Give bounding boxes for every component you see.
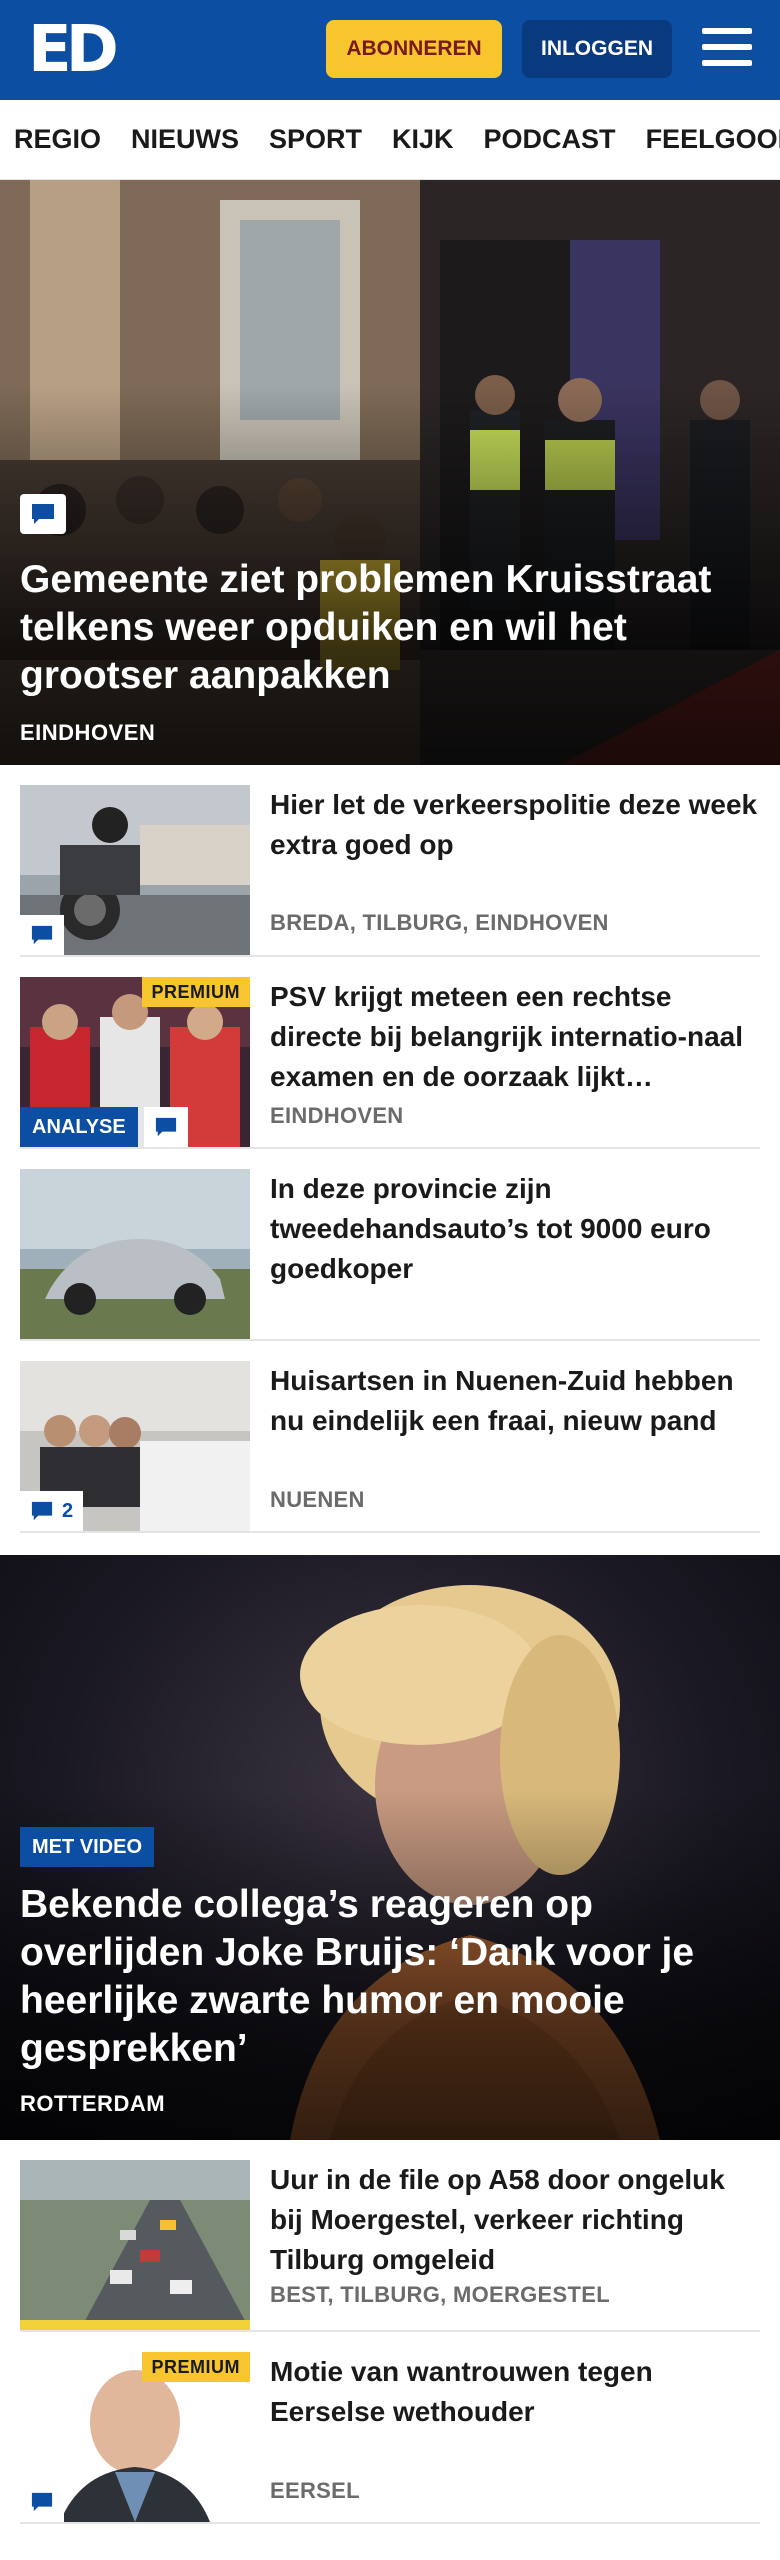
comment-icon[interactable]: 2 bbox=[20, 1491, 84, 1531]
article-location: EERSEL bbox=[270, 2478, 360, 2503]
login-button[interactable]: INLOGGEN bbox=[522, 20, 672, 78]
article-item[interactable]: 2 Huisartsen in Nuenen-Zuid hebben nu ei… bbox=[20, 1341, 760, 1533]
premium-badge: PREMIUM bbox=[141, 977, 250, 1007]
analyse-label: ANALYSE bbox=[20, 1107, 138, 1147]
nav-item-feelgood[interactable]: FEELGOOD bbox=[646, 124, 780, 155]
site-header: ED ABONNEREN INLOGGEN bbox=[0, 0, 780, 100]
comment-count: 2 bbox=[62, 1499, 74, 1522]
article-thumbnail bbox=[20, 785, 250, 955]
ed-logo[interactable]: ED bbox=[28, 18, 119, 82]
comment-icon[interactable] bbox=[20, 494, 66, 534]
article-headline[interactable]: Hier let de verkeerspolitie deze week ex… bbox=[270, 785, 760, 865]
nav-item-kijk[interactable]: KIJK bbox=[392, 124, 454, 155]
article-thumbnail: PREMIUM bbox=[20, 2352, 250, 2522]
nav-item-nieuws[interactable]: NIEUWS bbox=[131, 124, 239, 155]
article-item[interactable]: PREMIUM ANALYSE PSV krijgt meteen een re… bbox=[20, 957, 760, 1149]
article-thumbnail bbox=[20, 2160, 250, 2330]
subscribe-button[interactable]: ABONNEREN bbox=[326, 20, 502, 78]
article-location: BEST, TILBURG, MOERGESTEL bbox=[270, 2282, 610, 2307]
article-item[interactable]: Uur in de file op A58 door ongeluk bij M… bbox=[20, 2140, 760, 2332]
premium-badge: PREMIUM bbox=[141, 2352, 250, 2382]
feature-headline[interactable]: Bekende collega’s reageren op overlijden… bbox=[20, 1881, 760, 2073]
article-item[interactable]: PREMIUM Motie van wantrouwen tegen Eerse… bbox=[20, 2332, 760, 2524]
article-headline[interactable]: Motie van wantrouwen tegen Eerselse weth… bbox=[270, 2352, 760, 2432]
nav-item-podcast[interactable]: PODCAST bbox=[484, 124, 616, 155]
article-item[interactable]: In deze provincie zijn tweedehandsauto’s… bbox=[20, 1149, 760, 1341]
comment-icon[interactable] bbox=[20, 915, 64, 955]
hero-headline[interactable]: Gemeente ziet problemen Kruisstraat telk… bbox=[20, 556, 760, 700]
article-thumbnail bbox=[20, 1169, 250, 1339]
hero-article[interactable]: Gemeente ziet problemen Kruisstraat telk… bbox=[0, 180, 780, 765]
comment-icon[interactable] bbox=[20, 2482, 64, 2522]
video-badge: MET VIDEO bbox=[20, 1827, 155, 1867]
logo-text: ED bbox=[28, 13, 119, 87]
article-thumbnail: 2 bbox=[20, 1361, 250, 1531]
article-headline[interactable]: Huisartsen in Nuenen-Zuid hebben nu eind… bbox=[270, 1361, 760, 1441]
article-location: EINDHOVEN bbox=[270, 1103, 404, 1128]
section-nav: REGIO NIEUWS SPORT KIJK PODCAST FEELGOOD bbox=[0, 100, 780, 180]
feature-article[interactable]: MET VIDEO Bekende collega’s reageren op … bbox=[0, 1555, 780, 2140]
article-location: NUENEN bbox=[270, 1487, 365, 1512]
nav-item-regio[interactable]: REGIO bbox=[14, 124, 101, 155]
article-location: BREDA, TILBURG, EINDHOVEN bbox=[270, 910, 609, 935]
nav-item-sport[interactable]: SPORT bbox=[269, 124, 362, 155]
hero-location: EINDHOVEN bbox=[20, 720, 156, 745]
article-headline[interactable]: Uur in de file op A58 door ongeluk bij M… bbox=[270, 2160, 760, 2280]
article-item[interactable]: Hier let de verkeerspolitie deze week ex… bbox=[20, 765, 760, 957]
hamburger-menu-icon[interactable] bbox=[702, 28, 752, 70]
article-headline[interactable]: In deze provincie zijn tweedehandsauto’s… bbox=[270, 1169, 760, 1289]
article-thumbnail: PREMIUM ANALYSE bbox=[20, 977, 250, 1147]
feature-location: ROTTERDAM bbox=[20, 2091, 166, 2116]
comment-icon[interactable] bbox=[144, 1107, 188, 1147]
article-headline[interactable]: PSV krijgt meteen een rechtse directe bi… bbox=[270, 977, 760, 1097]
